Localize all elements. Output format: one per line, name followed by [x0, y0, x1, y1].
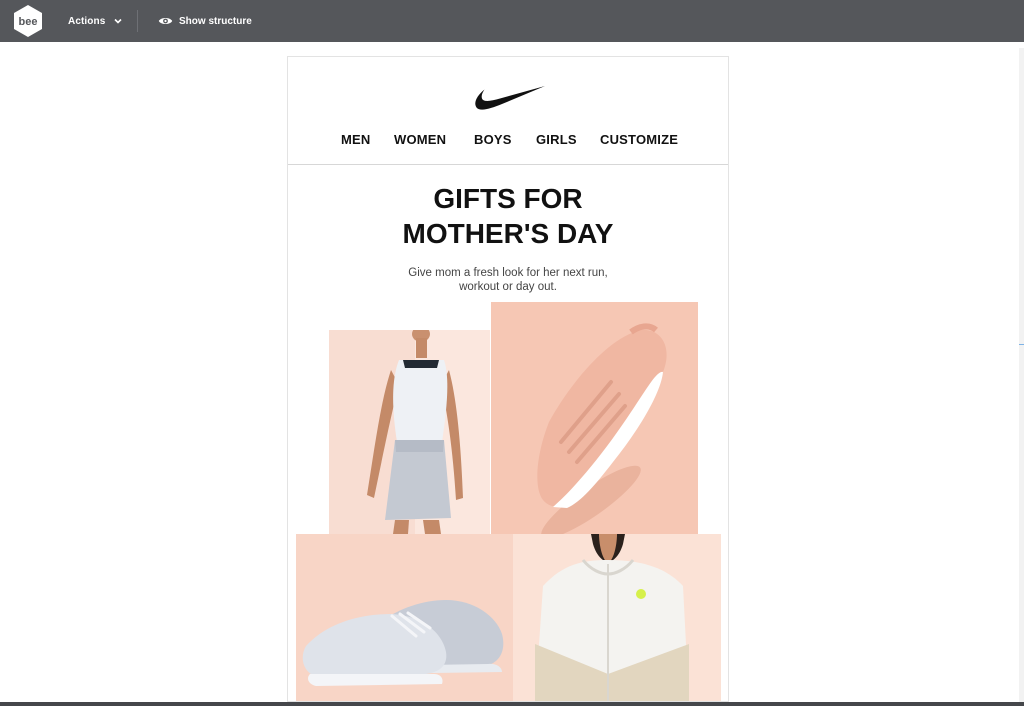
show-structure-label: Show structure [179, 15, 252, 27]
hero-title-line-2: MOTHER'S DAY [402, 218, 614, 249]
bottom-edge-bar [0, 702, 1024, 706]
chevron-down-icon [114, 18, 122, 24]
product-image-white-jacket[interactable] [513, 534, 721, 701]
product-image-grey-sneakers[interactable] [296, 534, 513, 701]
nav-item-customize[interactable]: CUSTOMIZE [600, 132, 678, 147]
hero-title-line-1: GIFTS FOR [433, 183, 583, 214]
nike-swoosh-logo [470, 83, 546, 113]
actions-label: Actions [68, 15, 106, 27]
nav-item-men[interactable]: MEN [341, 132, 371, 147]
nav-item-women[interactable]: WOMEN [394, 132, 446, 147]
hero-subtitle-line-2: workout or day out. [459, 281, 557, 293]
email-canvas[interactable]: MEN WOMEN BOYS GIRLS CUSTOMIZE GIFTS FOR… [287, 56, 729, 702]
hero-title[interactable]: GIFTS FOR MOTHER'S DAY [288, 181, 728, 251]
actions-menu-button[interactable]: Actions [68, 13, 123, 29]
toolbar-divider [137, 10, 138, 32]
category-nav: MEN WOMEN BOYS GIRLS CUSTOMIZE [288, 132, 728, 150]
nav-item-girls[interactable]: GIRLS [536, 132, 577, 147]
nav-item-boys[interactable]: BOYS [474, 132, 512, 147]
product-image-tennis-dress[interactable] [329, 330, 490, 534]
email-header[interactable]: MEN WOMEN BOYS GIRLS CUSTOMIZE [288, 57, 728, 165]
show-structure-button[interactable]: Show structure [158, 13, 252, 29]
hero-subtitle[interactable]: Give mom a fresh look for her next run, … [288, 266, 728, 294]
product-image-pink-sneaker[interactable] [491, 302, 698, 534]
logo-text: bee [19, 16, 38, 28]
top-toolbar: bee Actions Show structure [0, 0, 1024, 42]
bee-logo[interactable]: bee [12, 4, 44, 38]
side-panel-edge[interactable] [1019, 48, 1024, 702]
eye-icon [158, 18, 173, 24]
side-panel-marker [1019, 344, 1024, 345]
hero-subtitle-line-1: Give mom a fresh look for her next run, [408, 267, 608, 279]
